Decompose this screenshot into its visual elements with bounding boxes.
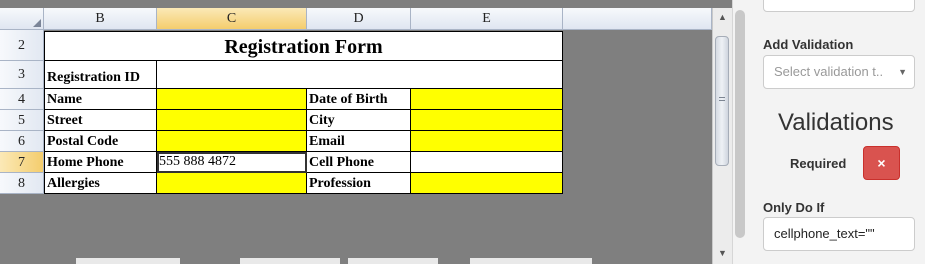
email-input-cell[interactable] xyxy=(411,131,563,152)
select-all-corner[interactable] xyxy=(0,8,44,30)
required-label: Required xyxy=(790,156,847,171)
grip-line-icon xyxy=(719,100,725,101)
only-do-if-label: Only Do If xyxy=(763,200,825,215)
validation-select-placeholder: Select validation t.. xyxy=(774,64,884,79)
top-strip xyxy=(44,0,712,8)
sheet-vertical-scrollbar[interactable]: ▲ ▼ xyxy=(712,8,732,264)
corner-triangle-icon xyxy=(33,19,41,27)
close-icon: × xyxy=(877,155,886,171)
scroll-down-icon[interactable]: ▼ xyxy=(713,246,732,260)
scroll-up-icon[interactable]: ▲ xyxy=(713,10,732,24)
row-header-8[interactable]: 8 xyxy=(0,173,44,194)
street-input-cell[interactable] xyxy=(157,110,307,131)
column-header-d[interactable]: D xyxy=(307,8,411,30)
validation-panel: Add Validation Select validation t.. ▼ V… xyxy=(732,0,925,264)
label-cell-phone[interactable]: Cell Phone xyxy=(307,152,411,173)
label-email[interactable]: Email xyxy=(307,131,411,152)
label-date-of-birth[interactable]: Date of Birth xyxy=(307,89,411,110)
grip-line-icon xyxy=(719,97,725,98)
add-validation-label: Add Validation xyxy=(763,37,854,52)
row-header-5[interactable]: 5 xyxy=(0,110,44,131)
label-allergies[interactable]: Allergies xyxy=(44,173,157,194)
sheet-tab-strip-3[interactable] xyxy=(348,258,438,264)
delete-validation-button[interactable]: × xyxy=(863,146,900,180)
row-header-4[interactable]: 4 xyxy=(0,89,44,110)
profession-input-cell[interactable] xyxy=(411,173,563,194)
label-street[interactable]: Street xyxy=(44,110,157,131)
sheet-tab-strip-1[interactable] xyxy=(76,258,180,264)
chevron-down-icon: ▼ xyxy=(898,67,907,77)
sheet-tab-strip-4[interactable] xyxy=(470,258,592,264)
top-partial-field[interactable] xyxy=(763,0,915,12)
label-home-phone[interactable]: Home Phone xyxy=(44,152,157,173)
row-header-6[interactable]: 6 xyxy=(0,131,44,152)
form-title[interactable]: Registration Form xyxy=(44,31,563,61)
label-city[interactable]: City xyxy=(307,110,411,131)
validations-title: Validations xyxy=(778,109,894,136)
column-header-c[interactable]: C xyxy=(157,8,307,30)
only-do-if-input[interactable]: cellphone_text="" xyxy=(763,217,915,251)
spreadsheet[interactable]: B C D E 2 3 4 5 6 7 8 Registration Form … xyxy=(0,0,712,264)
date-of-birth-input-cell[interactable] xyxy=(411,89,563,110)
row-header-3[interactable]: 3 xyxy=(0,61,44,89)
allergies-input-cell[interactable] xyxy=(157,173,307,194)
scrollbar-thumb[interactable] xyxy=(715,36,729,166)
column-header-e[interactable]: E xyxy=(411,8,563,30)
sheet-tab-strip-2[interactable] xyxy=(240,258,340,264)
label-name[interactable]: Name xyxy=(44,89,157,110)
home-phone-input-cell[interactable]: 555 888 4872 xyxy=(157,152,307,173)
label-postal-code[interactable]: Postal Code xyxy=(44,131,157,152)
name-input-cell[interactable] xyxy=(157,89,307,110)
label-registration-id[interactable]: Registration ID xyxy=(44,61,157,89)
row-header-7[interactable]: 7 xyxy=(0,152,44,173)
postal-code-input-cell[interactable] xyxy=(157,131,307,152)
row-header-2[interactable]: 2 xyxy=(0,30,44,61)
panel-scrollbar[interactable] xyxy=(735,10,745,238)
column-header-blank[interactable] xyxy=(563,8,712,30)
registration-id-cell[interactable] xyxy=(157,61,563,89)
city-input-cell[interactable] xyxy=(411,110,563,131)
validation-type-select[interactable]: Select validation t.. ▼ xyxy=(763,55,915,89)
label-profession[interactable]: Profession xyxy=(307,173,411,194)
cell-phone-input-cell[interactable] xyxy=(411,152,563,173)
column-header-b[interactable]: B xyxy=(44,8,157,30)
